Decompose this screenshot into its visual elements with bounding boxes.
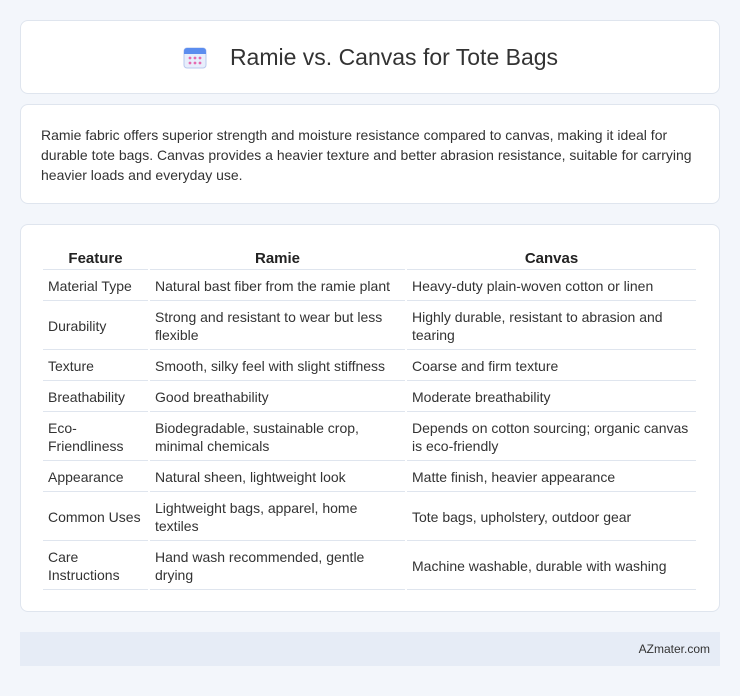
table-row: Care Instructions Hand wash recommended,… [43, 543, 696, 590]
cell-ramie: Natural bast fiber from the ramie plant [150, 272, 405, 301]
cell-ramie: Biodegradable, sustainable crop, minimal… [150, 414, 405, 461]
calendar-icon [182, 44, 208, 70]
table-row: Appearance Natural sheen, lightweight lo… [43, 463, 696, 492]
cell-canvas: Heavy-duty plain-woven cotton or linen [407, 272, 696, 301]
cell-canvas: Moderate breathability [407, 383, 696, 412]
cell-canvas: Coarse and firm texture [407, 352, 696, 381]
cell-ramie: Smooth, silky feel with slight stiffness [150, 352, 405, 381]
summary-text: Ramie fabric offers superior strength an… [41, 127, 692, 183]
cell-canvas: Highly durable, resistant to abrasion an… [407, 303, 696, 350]
footer-brand: AZmater.com [638, 642, 710, 656]
footer: AZmater.com [20, 632, 720, 666]
column-header-feature: Feature [43, 247, 148, 270]
column-header-canvas: Canvas [407, 247, 696, 270]
summary-card: Ramie fabric offers superior strength an… [20, 104, 720, 204]
comparison-table-card: Feature Ramie Canvas Material Type Natur… [20, 224, 720, 612]
table-row: Eco-Friendliness Biodegradable, sustaina… [43, 414, 696, 461]
cell-feature: Texture [43, 352, 148, 381]
cell-canvas: Machine washable, durable with washing [407, 543, 696, 590]
cell-canvas: Depends on cotton sourcing; organic canv… [407, 414, 696, 461]
cell-canvas: Tote bags, upholstery, outdoor gear [407, 494, 696, 541]
title-card: Ramie vs. Canvas for Tote Bags [20, 20, 720, 94]
table-row: Material Type Natural bast fiber from th… [43, 272, 696, 301]
table-row: Breathability Good breathability Moderat… [43, 383, 696, 412]
comparison-table: Feature Ramie Canvas Material Type Natur… [41, 245, 698, 592]
cell-feature: Care Instructions [43, 543, 148, 590]
cell-canvas: Matte finish, heavier appearance [407, 463, 696, 492]
column-header-ramie: Ramie [150, 247, 405, 270]
cell-ramie: Hand wash recommended, gentle drying [150, 543, 405, 590]
table-header-row: Feature Ramie Canvas [43, 247, 696, 270]
table-row: Durability Strong and resistant to wear … [43, 303, 696, 350]
cell-feature: Breathability [43, 383, 148, 412]
cell-feature: Common Uses [43, 494, 148, 541]
cell-feature: Eco-Friendliness [43, 414, 148, 461]
cell-feature: Material Type [43, 272, 148, 301]
cell-ramie: Strong and resistant to wear but less fl… [150, 303, 405, 350]
cell-ramie: Good breathability [150, 383, 405, 412]
table-row: Texture Smooth, silky feel with slight s… [43, 352, 696, 381]
cell-ramie: Lightweight bags, apparel, home textiles [150, 494, 405, 541]
cell-feature: Durability [43, 303, 148, 350]
cell-feature: Appearance [43, 463, 148, 492]
table-row: Common Uses Lightweight bags, apparel, h… [43, 494, 696, 541]
page-title: Ramie vs. Canvas for Tote Bags [229, 43, 559, 70]
cell-ramie: Natural sheen, lightweight look [150, 463, 405, 492]
